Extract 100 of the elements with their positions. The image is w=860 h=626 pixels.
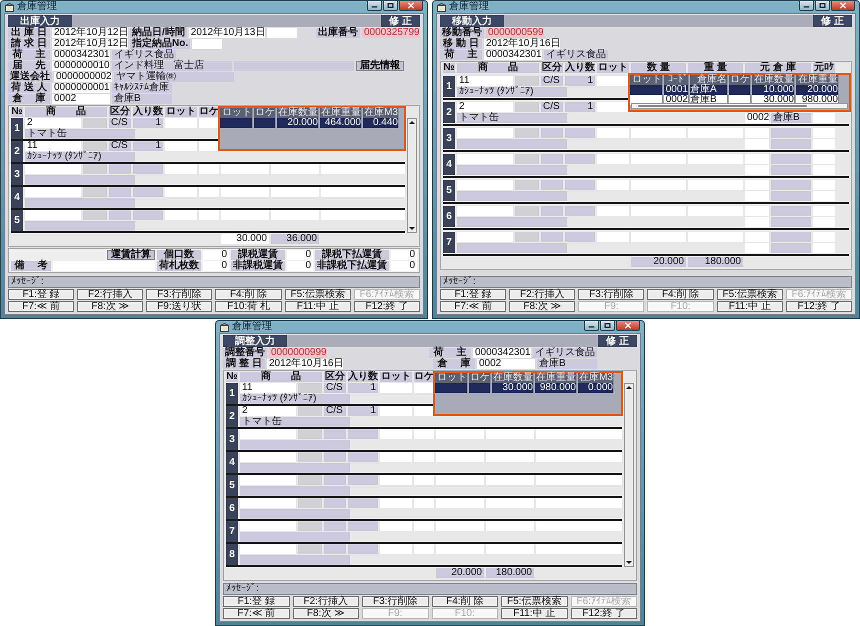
number-field[interactable]: 0000325799	[362, 28, 420, 38]
column-header: 入り数	[133, 107, 163, 117]
input-field[interactable]: 0	[287, 261, 313, 271]
input-field[interactable]: 2012年10月12日	[52, 28, 128, 38]
function-key-button[interactable]: F2:行挿入	[77, 289, 144, 300]
list-row[interactable]: 0001 倉庫A 10.000 20.000	[630, 85, 849, 95]
input-field[interactable]: 11	[240, 383, 296, 393]
window-title: 倉庫管理	[232, 322, 272, 332]
input-field[interactable]: 0000342301	[484, 50, 542, 60]
calculate-button[interactable]: 運賃計算	[107, 250, 155, 260]
function-key-button[interactable]: F5:伝票検索	[501, 596, 568, 607]
function-key-button[interactable]: F8:次 ≫	[292, 608, 359, 619]
function-key-button[interactable]: F11:中 止	[501, 608, 568, 619]
input-field[interactable]: 2012年10月12日	[52, 39, 128, 49]
input-field[interactable]: 2012年10月16日	[484, 39, 560, 49]
input-field[interactable]: 0000342301	[52, 50, 110, 60]
function-key-button[interactable]: F8:次 ≫	[77, 301, 144, 312]
function-key-button[interactable]: F1:登 録	[223, 596, 290, 607]
input-field[interactable]: 2	[240, 406, 296, 416]
field-label: 非課税下払運賃	[315, 261, 389, 271]
total-field: 180.000	[486, 568, 534, 578]
function-key-button[interactable]: F12:終 了	[354, 301, 420, 312]
function-key-button[interactable]: F7:≪ 前	[8, 301, 74, 312]
field-label: 倉 庫	[8, 94, 50, 104]
list-cell: 464.000	[320, 118, 362, 128]
field-label: 運送会社	[8, 72, 52, 82]
column-header: ロケ	[414, 372, 434, 382]
function-key-button[interactable]: F7:≪ 前	[223, 608, 290, 619]
field-label: 課税下払運賃	[315, 250, 389, 260]
input-field[interactable]: 0	[391, 261, 417, 271]
total-field[interactable]: 30.000	[221, 234, 269, 244]
input-field[interactable]: 2	[457, 102, 513, 112]
input-field[interactable]: 0	[203, 250, 229, 260]
row-number: 1	[11, 118, 23, 139]
function-key-button[interactable]: F11:中 止	[716, 301, 783, 312]
info-button[interactable]: 届先情報	[356, 61, 404, 71]
dropdown-list[interactable]: ロット ｺｰﾄﾞ 倉庫名 ロケ 在庫数量 在庫重量 0001 倉庫A 10.000 20.000 0002 倉庫B 30.000 980.000	[628, 73, 851, 112]
readonly-field: C/S	[324, 383, 346, 393]
dropdown-list[interactable]: ロット ロケ 在庫数量 在庫重量 在庫M3 30.000 980.000 0.000	[433, 371, 623, 416]
input-field[interactable]: 2012年10月16日	[267, 359, 343, 369]
column-header: 重 量	[688, 63, 743, 73]
function-key-button[interactable]: F3:行削除	[578, 289, 644, 300]
list-cell: 0001	[664, 85, 689, 95]
function-key-button[interactable]: F4:削 除	[215, 289, 282, 300]
column-header: 商 品	[25, 107, 107, 117]
field-label: 移動番号	[440, 28, 484, 38]
column-header: №	[226, 372, 238, 382]
input-field[interactable]: 0000342301	[473, 348, 531, 358]
function-key-button[interactable]: F4:削 除	[647, 289, 714, 300]
input-field[interactable]: 11	[457, 76, 513, 86]
column-header: 在庫重量	[796, 75, 839, 85]
input-field[interactable]: 0002	[52, 94, 110, 104]
input-field[interactable]: 0002	[745, 113, 769, 123]
list-row[interactable]: 30.000 980.000 0.000	[435, 383, 621, 393]
input-field[interactable]: 0	[287, 250, 313, 260]
input-field[interactable]: 2	[25, 118, 81, 128]
column-header: 在庫重量	[320, 108, 362, 118]
function-key-button[interactable]: F11:中 止	[284, 301, 351, 312]
input-field[interactable]: 0000000001	[52, 83, 110, 93]
row-number: 2	[226, 406, 238, 427]
function-key-button[interactable]: F10:荷 札	[215, 301, 282, 312]
function-key-button[interactable]: F4:削 除	[432, 596, 498, 607]
function-key-button[interactable]: F3:行削除	[146, 289, 212, 300]
function-key-button[interactable]: F2:行挿入	[509, 289, 576, 300]
mode-badge: 修 正	[598, 335, 637, 347]
name-field: イギリス食品	[533, 348, 597, 358]
number-field[interactable]: 0000000599	[486, 28, 544, 38]
list-row[interactable]: 20.000 464.000 0.440	[220, 118, 404, 128]
function-key-button[interactable]: F12:終 了	[786, 301, 852, 312]
field-label: 荷 主	[429, 348, 471, 358]
function-key-button[interactable]: F2:行挿入	[292, 596, 359, 607]
function-key-button[interactable]: F1:登 録	[440, 289, 506, 300]
number-field[interactable]: 0000000999	[269, 348, 327, 358]
input-field[interactable]: 0002	[477, 359, 535, 369]
column-header: 区分	[324, 372, 346, 382]
column-header: 在庫数量	[277, 108, 319, 118]
input-field[interactable]: 0	[203, 261, 229, 271]
function-key-button[interactable]: F5:伝票検索	[716, 289, 783, 300]
function-key-button[interactable]: F9:送り状	[146, 301, 212, 312]
column-header: 倉庫名	[690, 75, 728, 85]
column-header: ｺｰﾄﾞ	[664, 75, 689, 85]
input-field[interactable]: 0	[391, 250, 417, 260]
input-field[interactable]: 0000000010	[52, 61, 110, 71]
input-field[interactable]: 11	[25, 141, 81, 151]
input-field[interactable]: 2012年10月13日	[188, 28, 265, 38]
input-field[interactable]: 0000000002	[54, 72, 112, 82]
function-key-button[interactable]: F3:行削除	[362, 596, 428, 607]
name-field: ｷｬﾙｼｽﾃﾑ倉庫	[112, 83, 172, 93]
screen-title: 移動入力	[440, 15, 504, 27]
function-key-button[interactable]: F12:終 了	[570, 608, 637, 619]
readonly-field: 1	[133, 118, 163, 128]
name-field: 倉庫B	[112, 94, 172, 104]
dropdown-list[interactable]: ロット ロケ 在庫数量 在庫重量 在庫M3 20.000 464.000 0.440	[218, 106, 406, 151]
row-number: 5	[11, 210, 23, 231]
function-key-button[interactable]: F5:伝票検索	[284, 289, 351, 300]
function-key-button[interactable]: F8:次 ≫	[509, 301, 576, 312]
readonly-field: ｶｼｭｰﾅｯﾂ (ﾀﾝｻﾞﾆｱ)	[457, 87, 567, 97]
function-key-button[interactable]: F1:登 録	[8, 289, 74, 300]
function-key-button[interactable]: F7:≪ 前	[440, 301, 506, 312]
message-label: ﾒｯｾｰｼﾞ:	[443, 277, 476, 287]
